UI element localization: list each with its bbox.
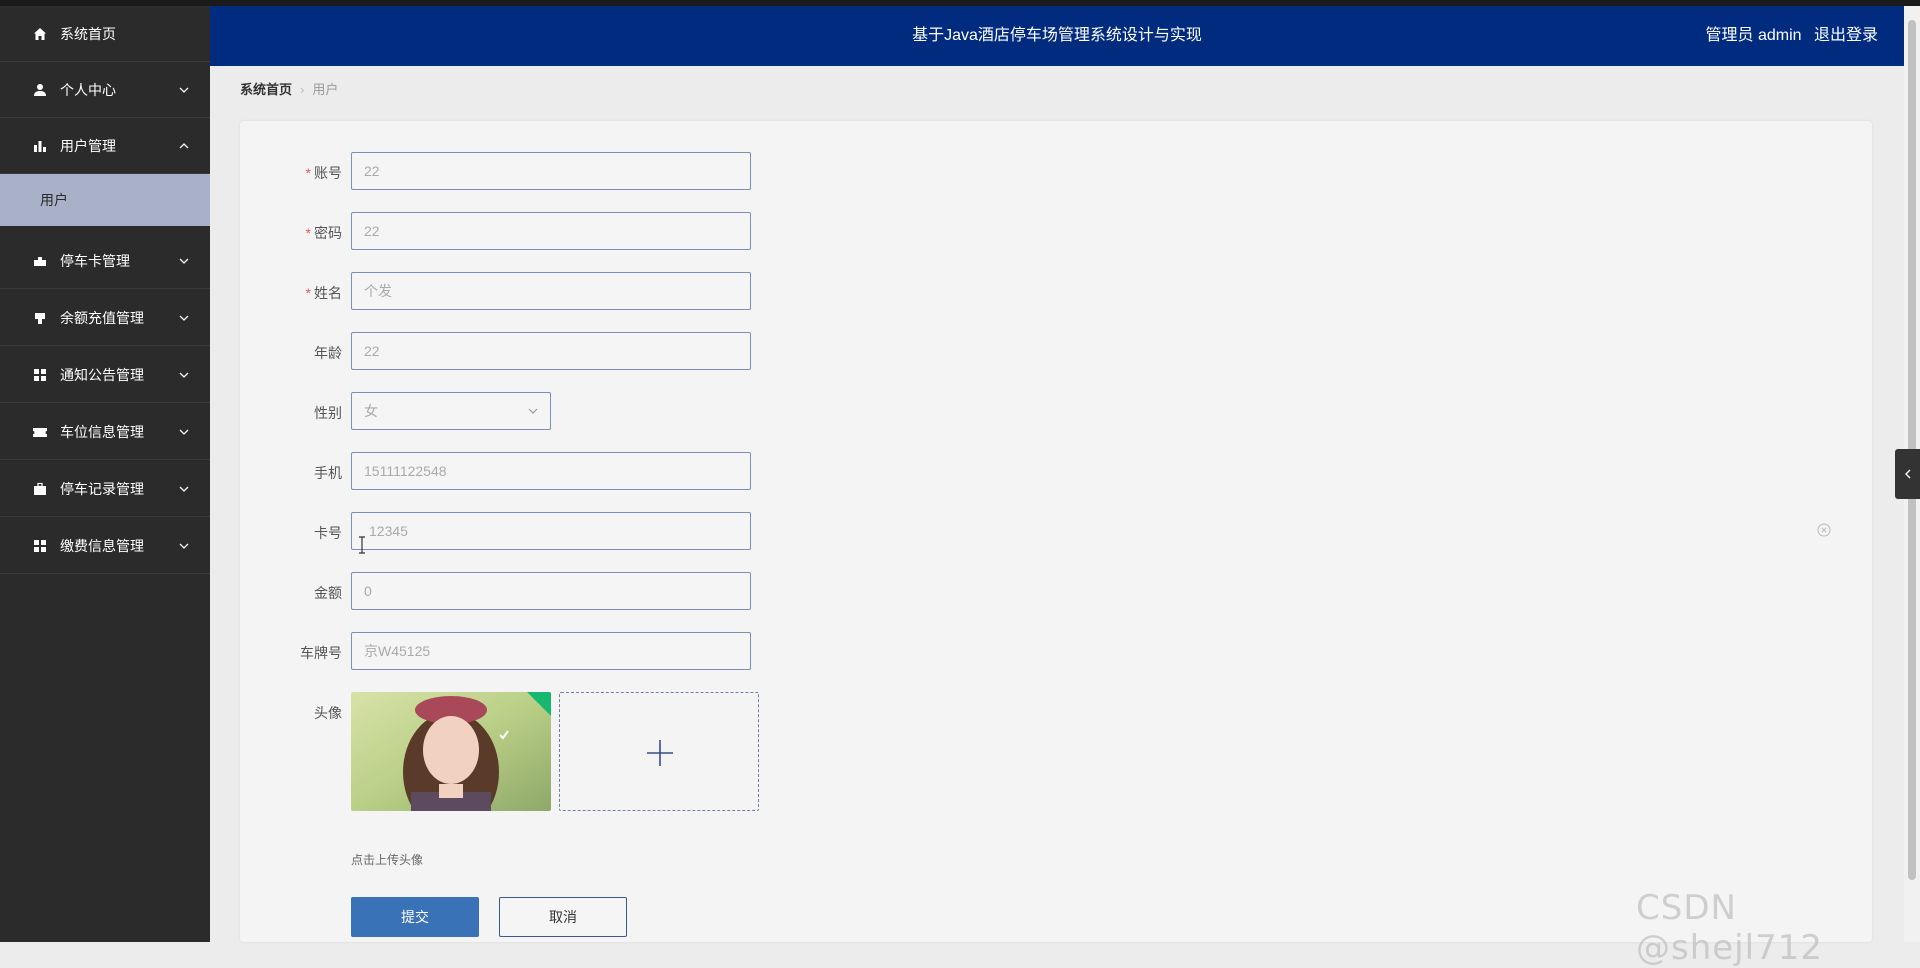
- plus-icon: [647, 740, 673, 766]
- chevron-up-icon: [179, 142, 189, 148]
- gender-label: 性别: [314, 405, 342, 421]
- card-input[interactable]: 12345: [351, 512, 751, 550]
- sidebar-item-label: 余额充值管理: [60, 309, 144, 326]
- breadcrumb-current: 用户: [312, 82, 339, 97]
- name-input[interactable]: 个发: [351, 272, 751, 310]
- avatar-thumbnail[interactable]: [351, 692, 551, 811]
- avatar-label: 头像: [314, 705, 342, 721]
- breadcrumb: 系统首页 › 用户: [240, 79, 338, 98]
- sidebar-item-label: 车位信息管理: [60, 423, 144, 440]
- avatar-photo-icon: [351, 692, 551, 811]
- chevron-down-icon: [179, 543, 189, 549]
- cancel-button[interactable]: 取消: [499, 897, 627, 937]
- grid-icon: [32, 367, 48, 383]
- account-input[interactable]: 22: [351, 152, 751, 190]
- account-label: * 账号: [305, 165, 342, 181]
- chevron-down-icon: [179, 429, 189, 435]
- user-area: 管理员 admin 退出登录: [1698, 6, 1879, 66]
- sidebar-subitem-user[interactable]: 用户: [0, 174, 210, 226]
- sidebar-item-label: 停车卡管理: [60, 252, 130, 269]
- top-header: 基于Java酒店停车场管理系统设计与实现 管理员 admin 退出登录: [210, 6, 1904, 66]
- plate-label: 车牌号: [300, 645, 342, 661]
- amount-input[interactable]: 0: [351, 572, 751, 610]
- sidebar-item-label: 缴费信息管理: [60, 537, 144, 554]
- sidebar-item-user-management[interactable]: 用户管理: [0, 118, 210, 174]
- sidebar-item-payment[interactable]: 缴费信息管理: [0, 518, 210, 574]
- grid-icon: [32, 538, 48, 554]
- chevron-down-icon: [179, 372, 189, 378]
- required-mark: *: [305, 165, 311, 181]
- sidebar-item-label: 通知公告管理: [60, 366, 144, 383]
- sidebar-item-home[interactable]: 系统首页: [0, 6, 210, 62]
- chevron-left-icon: [1905, 469, 1911, 479]
- name-label: * 姓名: [305, 285, 342, 301]
- age-input[interactable]: 22: [351, 332, 751, 370]
- logout-link[interactable]: 退出登录: [1814, 27, 1878, 44]
- required-mark: *: [305, 225, 311, 241]
- sidebar-subitem-label: 用户: [40, 192, 68, 208]
- sidebar-item-label: 个人中心: [60, 81, 116, 98]
- text-cursor-icon: [359, 536, 365, 554]
- sidebar-item-recharge[interactable]: 余额充值管理: [0, 290, 210, 346]
- admin-label: 管理员 admin: [1705, 27, 1802, 44]
- chevron-down-icon: [179, 486, 189, 492]
- bar-chart-icon: [32, 138, 48, 154]
- submit-button[interactable]: 提交: [351, 897, 479, 937]
- recharge-icon: [32, 310, 48, 326]
- sidebar-item-space[interactable]: 车位信息管理: [0, 404, 210, 460]
- amount-label: 金额: [314, 585, 342, 601]
- sidebar-item-parking-card[interactable]: 停车卡管理: [0, 233, 210, 289]
- briefcase-icon: [32, 481, 48, 497]
- clear-icon[interactable]: [1817, 523, 1831, 537]
- app-title: 基于Java酒店停车场管理系统设计与实现: [912, 27, 1202, 44]
- gender-select[interactable]: 女: [351, 392, 551, 430]
- plate-input[interactable]: 京W45125: [351, 632, 751, 670]
- password-label: * 密码: [305, 225, 342, 241]
- gender-value: 女: [364, 403, 378, 419]
- sidebar: 系统首页 个人中心 用户管理 用户 停车卡管理 余额充值管理 通知公告管理 车位…: [0, 6, 210, 942]
- sidebar-item-notice[interactable]: 通知公告管理: [0, 347, 210, 403]
- side-collapse-tab[interactable]: [1895, 449, 1920, 499]
- phone-label: 手机: [314, 465, 342, 481]
- age-label: 年龄: [314, 345, 342, 361]
- card-label: 卡号: [314, 525, 342, 541]
- avatar-hint: 点击上传头像: [351, 853, 424, 867]
- phone-input[interactable]: 15111122548: [351, 452, 751, 490]
- avatar-upload-button[interactable]: [559, 692, 759, 811]
- chevron-down-icon: [179, 87, 189, 93]
- ticket-icon: [32, 424, 48, 440]
- required-mark: *: [305, 285, 311, 301]
- sidebar-item-label: 用户管理: [60, 137, 116, 154]
- person-icon: [32, 82, 48, 98]
- sidebar-item-label: 系统首页: [60, 25, 116, 42]
- watermark: CSDN @shejl712: [1636, 888, 1823, 968]
- home-icon: [32, 26, 48, 42]
- chevron-down-icon: [179, 315, 189, 321]
- sidebar-item-parking-record[interactable]: 停车记录管理: [0, 461, 210, 517]
- chevron-down-icon: [179, 258, 189, 264]
- chevron-down-icon: [528, 408, 538, 414]
- sidebar-item-personal[interactable]: 个人中心: [0, 62, 210, 118]
- password-input[interactable]: 22: [351, 212, 751, 250]
- breadcrumb-separator: ›: [300, 82, 305, 97]
- breadcrumb-home[interactable]: 系统首页: [240, 82, 292, 97]
- sidebar-item-label: 停车记录管理: [60, 480, 144, 497]
- card-icon: [32, 253, 48, 269]
